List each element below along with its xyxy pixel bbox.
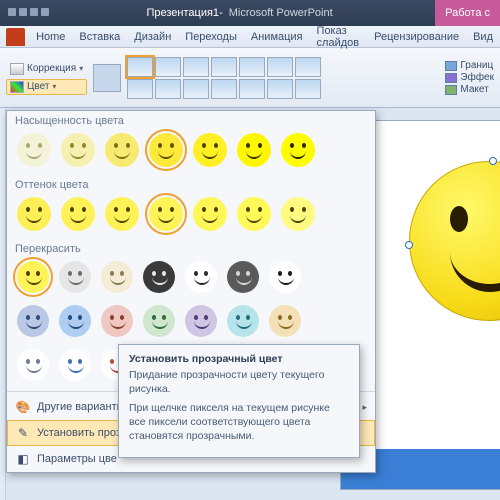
tab-home[interactable]: Home — [29, 28, 72, 46]
picture-style-thumb[interactable] — [211, 79, 237, 99]
window-caption-icons — [8, 7, 52, 19]
picture-style-thumb[interactable] — [239, 79, 265, 99]
color-swatch[interactable] — [17, 349, 49, 381]
color-swatch[interactable] — [59, 349, 91, 381]
picture-layout-button[interactable]: Макет — [445, 84, 494, 95]
color-swatch[interactable] — [17, 197, 51, 231]
palette-icon: 🎨 — [15, 399, 31, 415]
recolor-row — [7, 257, 375, 301]
color-swatch[interactable] — [281, 197, 315, 231]
picture-style-thumb[interactable] — [155, 57, 181, 77]
color-swatch[interactable] — [61, 133, 95, 167]
picture-style-thumb[interactable] — [127, 79, 153, 99]
color-swatch[interactable] — [269, 261, 301, 293]
color-swatch[interactable] — [193, 133, 227, 167]
tab-transitions[interactable]: Переходы — [178, 28, 244, 46]
color-swatch[interactable] — [227, 261, 259, 293]
picture-style-thumb[interactable] — [183, 57, 209, 77]
document-title: Презентация1 — [146, 7, 219, 19]
tab-slideshow[interactable]: Показ слайдов — [310, 22, 368, 52]
color-swatch[interactable] — [193, 197, 227, 231]
picture-style-thumb[interactable] — [267, 57, 293, 77]
app-name: Microsoft PowerPoint — [229, 7, 333, 19]
file-tab[interactable] — [6, 28, 25, 46]
tab-design[interactable]: Дизайн — [127, 28, 178, 46]
color-button[interactable]: Цвет ▾ — [6, 79, 87, 95]
picture-styles-gallery[interactable] — [127, 57, 439, 77]
tone-row — [7, 193, 375, 239]
chevron-right-icon: ▸ — [362, 402, 367, 413]
tooltip-body-2: При щелчке пикселя на текущем рисунке вс… — [129, 402, 349, 443]
recolor-heading: Перекрасить — [7, 239, 375, 257]
color-swatch[interactable] — [237, 133, 271, 167]
tab-insert[interactable]: Вставка — [72, 28, 127, 46]
color-swatch[interactable] — [17, 133, 51, 167]
color-swatch[interactable] — [149, 197, 183, 231]
color-swatch[interactable] — [101, 305, 133, 337]
eyedropper-icon: ✎ — [15, 425, 31, 441]
picture-effects-button[interactable]: Эффек — [445, 72, 494, 83]
saturation-row — [7, 129, 375, 175]
color-swatch[interactable] — [105, 133, 139, 167]
corrections-label: Коррекция — [27, 63, 76, 74]
chevron-down-icon: ▾ — [52, 82, 56, 91]
window-titlebar: Презентация1 - Microsoft PowerPoint — [0, 0, 435, 26]
contextual-tab-picture-tools[interactable]: Работа с — [435, 0, 500, 26]
color-swatch[interactable] — [281, 133, 315, 167]
ribbon-tabs: Home Вставка Дизайн Переходы Анимация По… — [0, 26, 500, 48]
picture-style-thumb[interactable] — [127, 57, 153, 77]
color-swatch[interactable] — [185, 261, 217, 293]
tone-heading: Оттенок цвета — [7, 175, 375, 193]
recolor-row — [7, 301, 375, 345]
tab-animation[interactable]: Анимация — [244, 28, 310, 46]
color-swatch[interactable] — [105, 197, 139, 231]
picture-style-thumb[interactable] — [295, 79, 321, 99]
corrections-icon — [10, 63, 24, 75]
color-parameters-label: Параметры цве — [37, 453, 117, 465]
selection-handle[interactable] — [405, 241, 413, 249]
tooltip-body-1: Придание прозрачности цвету текущего рис… — [129, 369, 349, 396]
effects-icon — [445, 73, 457, 83]
tooltip-title: Установить прозрачный цвет — [129, 353, 349, 365]
color-swatch[interactable] — [143, 305, 175, 337]
color-swatch[interactable] — [185, 305, 217, 337]
color-swatch[interactable] — [59, 261, 91, 293]
picture-style-thumb[interactable] — [267, 79, 293, 99]
ribbon-body: Коррекция ▾ Цвет ▾ — [0, 48, 500, 108]
more-variants-label: Другие варианты — [37, 401, 125, 413]
picture-border-button[interactable]: Границ — [445, 60, 494, 71]
tab-review[interactable]: Рецензирование — [367, 28, 466, 46]
color-swatch[interactable] — [59, 305, 91, 337]
remove-bg-icon[interactable] — [93, 64, 121, 92]
color-swatch[interactable] — [149, 133, 183, 167]
picture-style-thumb[interactable] — [155, 79, 181, 99]
picture-style-thumb[interactable] — [295, 57, 321, 77]
color-label: Цвет — [27, 81, 49, 92]
color-swatch[interactable] — [237, 197, 271, 231]
color-icon — [10, 81, 24, 93]
color-swatch[interactable] — [101, 261, 133, 293]
picture-style-thumb[interactable] — [239, 57, 265, 77]
corrections-button[interactable]: Коррекция ▾ — [6, 61, 87, 77]
color-swatch[interactable] — [269, 305, 301, 337]
picture-style-thumb[interactable] — [211, 57, 237, 77]
border-icon — [445, 61, 457, 71]
color-swatch[interactable] — [17, 305, 49, 337]
chevron-down-icon: ▾ — [79, 64, 83, 73]
selected-picture-smiley[interactable] — [409, 161, 500, 321]
tab-view[interactable]: Вид — [466, 28, 500, 46]
tooltip: Установить прозрачный цвет Придание проз… — [118, 344, 360, 458]
saturation-heading: Насыщенность цвета — [7, 111, 375, 129]
color-swatch[interactable] — [17, 261, 49, 293]
color-swatch[interactable] — [227, 305, 259, 337]
title-sep: - — [219, 7, 223, 19]
picture-style-thumb[interactable] — [183, 79, 209, 99]
selection-handle[interactable] — [489, 157, 497, 165]
format-picture-icon: ◧ — [15, 451, 31, 467]
color-swatch[interactable] — [143, 261, 175, 293]
layout-icon — [445, 85, 457, 95]
color-swatch[interactable] — [61, 197, 95, 231]
